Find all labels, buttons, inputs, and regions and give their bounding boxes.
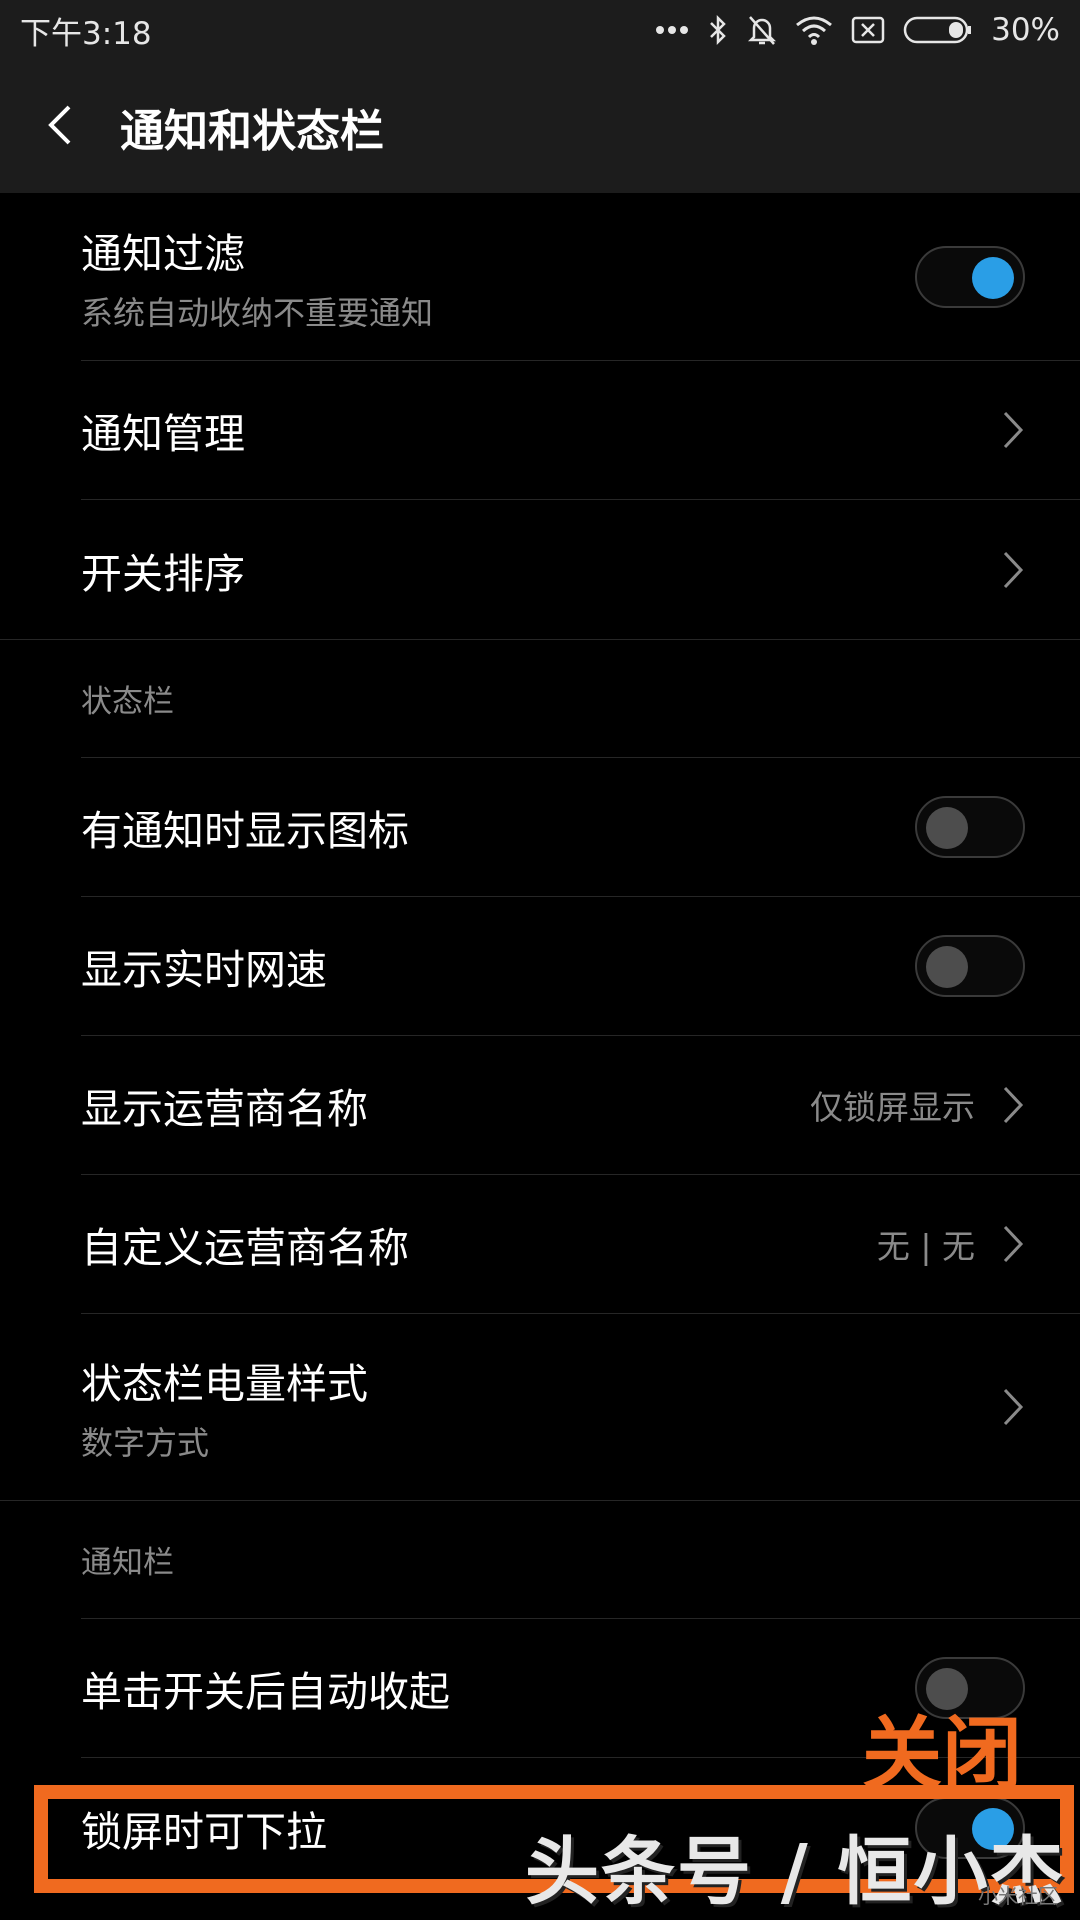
chevron-right-icon — [1001, 549, 1025, 591]
settings-list: 通知过滤 系统自动收纳不重要通知 通知管理 开关排序 状态栏 有通知时显示图标 … — [0, 193, 1080, 1897]
notification-filter-toggle[interactable] — [915, 245, 1025, 308]
bluetooth-icon — [707, 14, 729, 46]
row-value: 仅锁屏显示 — [810, 1088, 975, 1127]
row-custom-carrier-name[interactable]: 自定义运营商名称 无 | 无 — [81, 1175, 1080, 1314]
wifi-icon — [795, 15, 833, 45]
row-title: 通知过滤 — [81, 229, 245, 278]
row-title: 单击开关后自动收起 — [81, 1668, 450, 1716]
row-title: 显示运营商名称 — [81, 1085, 368, 1133]
battery-icon — [903, 16, 973, 44]
corner-watermark: 小米社区 — [978, 1884, 1058, 1908]
row-value: 无 | 无 — [876, 1227, 975, 1266]
chevron-right-icon — [1001, 1223, 1025, 1265]
row-battery-style[interactable]: 状态栏电量样式 数字方式 — [81, 1314, 1080, 1500]
row-title: 显示实时网速 — [81, 946, 327, 994]
system-status-bar: 下午3:18 30% — [0, 0, 1080, 60]
row-realtime-network-speed[interactable]: 显示实时网速 — [81, 897, 1080, 1036]
chevron-right-icon — [1001, 409, 1025, 451]
no-sim-icon — [851, 16, 885, 44]
mute-bell-icon — [747, 14, 777, 46]
row-title: 自定义运营商名称 — [81, 1224, 409, 1272]
section-header-status-bar: 状态栏 — [81, 640, 1080, 758]
row-subtitle: 系统自动收纳不重要通知 — [81, 293, 434, 332]
row-show-carrier-name[interactable]: 显示运营商名称 仅锁屏显示 — [81, 1036, 1080, 1175]
back-button[interactable] — [0, 60, 120, 193]
battery-percent: 30% — [991, 12, 1060, 48]
more-dots-icon — [655, 25, 689, 35]
row-title: 通知管理 — [81, 410, 245, 458]
chevron-right-icon — [1001, 1386, 1025, 1428]
chevron-right-icon — [1001, 1084, 1025, 1126]
row-subtitle: 数字方式 — [81, 1424, 210, 1462]
row-notification-filter[interactable]: 通知过滤 系统自动收纳不重要通知 — [81, 193, 1080, 361]
status-icons: 30% — [655, 12, 1060, 48]
row-title: 状态栏电量样式 — [81, 1360, 368, 1408]
status-time: 下午3:18 — [20, 15, 152, 52]
network-speed-toggle[interactable] — [915, 935, 1025, 997]
section-header-notification-bar: 通知栏 — [81, 1501, 1080, 1619]
row-title: 有通知时显示图标 — [81, 807, 409, 855]
page-title: 通知和状态栏 — [120, 105, 384, 157]
row-switch-order[interactable]: 开关排序 — [81, 500, 1080, 639]
chevron-left-icon — [47, 103, 73, 151]
app-header: 通知和状态栏 — [0, 60, 1080, 193]
row-notification-management[interactable]: 通知管理 — [81, 361, 1080, 500]
show-icon-toggle[interactable] — [915, 796, 1025, 858]
row-show-icon-on-notification[interactable]: 有通知时显示图标 — [81, 758, 1080, 897]
row-title: 开关排序 — [81, 549, 245, 598]
